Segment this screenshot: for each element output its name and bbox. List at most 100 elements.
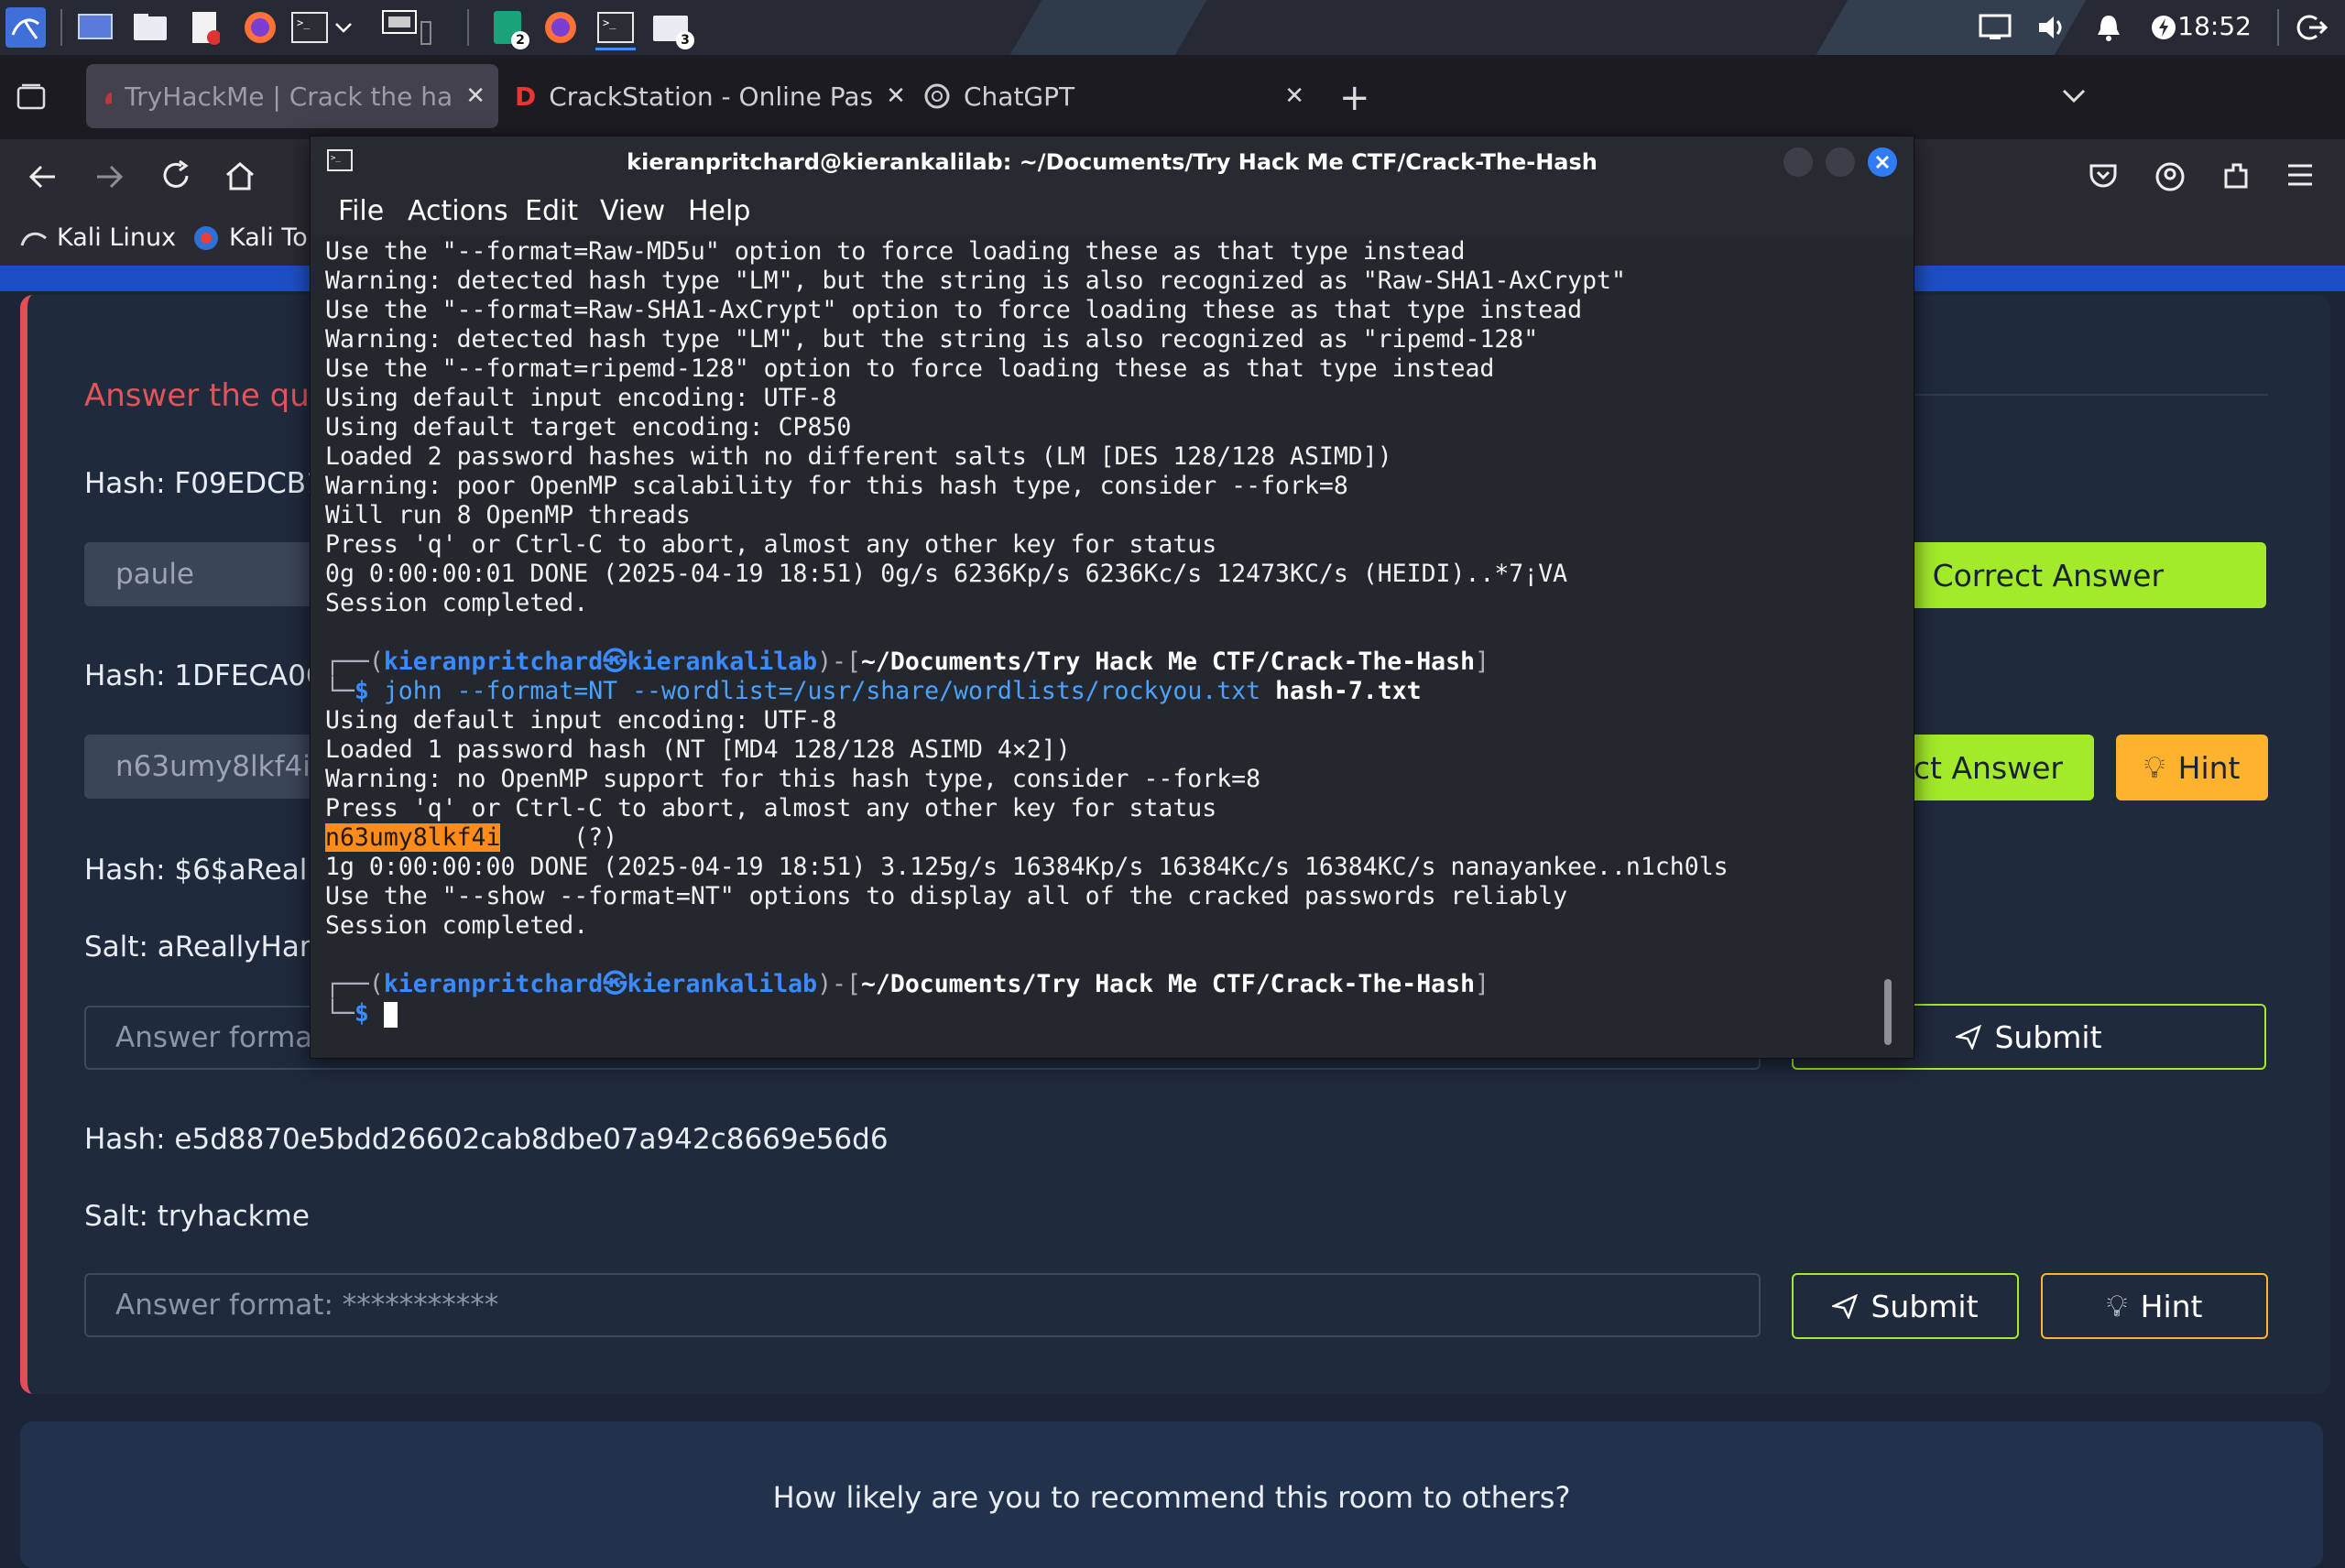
button-label: Hint	[2177, 749, 2241, 786]
terminal-title: kieranpritchard@kierankalilab: ~/Documen…	[627, 149, 1598, 175]
crackstation-favicon-icon: D	[515, 81, 537, 112]
account-icon[interactable]	[2154, 161, 2186, 192]
close-tab-icon[interactable]: ✕	[886, 82, 905, 110]
window-count-badge: 3	[676, 31, 694, 49]
bookmark-label: Kali Linux	[57, 223, 177, 252]
prompt-at: ㉿	[603, 970, 627, 998]
hint-button[interactable]: 💡︎ Hint	[2116, 735, 2268, 800]
workspace-switcher-icon[interactable]	[379, 7, 434, 48]
terminal-titlebar[interactable]: >_ kieranpritchard@kierankalilab: ~/Docu…	[311, 136, 1914, 186]
volume-icon[interactable]	[2032, 7, 2072, 48]
kali-tools-icon	[194, 225, 218, 250]
terminal-line: Press 'q' or Ctrl-C to abort, almost any…	[325, 530, 1217, 559]
show-desktop-icon[interactable]	[75, 7, 115, 48]
bookmark-kali-tools[interactable]: Kali To	[192, 223, 308, 252]
kali-menu-icon[interactable]	[5, 7, 46, 48]
text-editor-icon[interactable]	[185, 7, 225, 48]
back-icon[interactable]	[27, 161, 59, 192]
display-icon[interactable]	[1975, 7, 2015, 48]
file-manager-icon[interactable]	[130, 7, 170, 48]
cracked-suffix: (?)	[500, 823, 618, 852]
wallpaper-shape	[1009, 0, 1207, 55]
terminal-window[interactable]: >_ kieranpritchard@kierankalilab: ~/Docu…	[310, 136, 1914, 1059]
menu-view[interactable]: View	[600, 195, 665, 227]
terminal-menubar: File Actions Edit View Help	[311, 186, 1914, 235]
kali-dragon-icon	[20, 232, 47, 246]
tab-crackstation[interactable]: D CrackStation - Online Pas ✕	[498, 64, 905, 128]
chevron-down-icon[interactable]	[330, 7, 357, 48]
terminal-line: Warning: poor OpenMP scalability for thi…	[325, 472, 1348, 500]
prompt-user: kieranpritchard	[383, 970, 604, 998]
terminal-line: Session completed.	[325, 589, 589, 617]
folders-window-icon[interactable]: 3	[650, 7, 694, 49]
files-window-icon[interactable]: 2	[487, 7, 529, 49]
close-icon[interactable]	[1868, 147, 1897, 177]
firefox-window-icon[interactable]	[540, 7, 581, 48]
terminal-output[interactable]: Use the "--format=Raw-MD5u" option to fo…	[325, 237, 1882, 1029]
bookmark-kali-linux[interactable]: Kali Linux	[20, 223, 176, 252]
chatgpt-favicon-icon	[924, 83, 950, 109]
list-all-tabs-icon[interactable]	[2061, 88, 2087, 104]
cracked-password: n63umy8lkf4i	[325, 823, 501, 852]
pocket-icon[interactable]	[2089, 161, 2118, 191]
tab-tryhackme[interactable]: TryHackMe | Crack the ha ✕	[86, 64, 498, 128]
logout-icon[interactable]	[2292, 7, 2332, 48]
command-line: └─$ john --format=NT --wordlist=/usr/sha…	[325, 677, 1422, 705]
prompt-line: ┌──(kieranpritchard㉿kierankalilab)-[~/Do…	[325, 970, 1490, 998]
reload-icon[interactable]	[159, 159, 192, 192]
menu-icon[interactable]	[2286, 163, 2314, 187]
svg-text:>_: >_	[297, 16, 311, 29]
terminal-line: 1g 0:00:00:00 DONE (2025-04-19 18:51) 3.…	[325, 853, 1729, 881]
notifications-bell-icon[interactable]	[2089, 7, 2129, 48]
terminal-line: Use the "--format=Raw-MD5u" option to fo…	[325, 237, 1466, 266]
forward-icon[interactable]	[93, 161, 125, 192]
lightbulb-icon: 💡︎	[2143, 749, 2165, 785]
firefox-icon[interactable]	[240, 7, 280, 48]
hint-button[interactable]: 💡︎ Hint	[2041, 1273, 2268, 1339]
tab-label: ChatGPT	[964, 81, 1075, 112]
button-label: Correct Answer	[1932, 557, 2165, 593]
taskbar: >_ 2 >_ 3 18:52	[0, 0, 2345, 55]
answer-input[interactable]: Answer format: ***********	[84, 1273, 1761, 1337]
new-tab-icon[interactable]: +	[1339, 77, 1370, 119]
home-icon[interactable]	[224, 159, 256, 192]
tab-chatgpt[interactable]: ChatGPT ✕	[907, 64, 1317, 128]
command-line[interactable]: └─$	[325, 999, 1882, 1029]
prompt-path: ~/Documents/Try Hack Me CTF/Crack-The-Ha…	[860, 648, 1476, 676]
prompt-path: ~/Documents/Try Hack Me CTF/Crack-The-Ha…	[860, 970, 1476, 998]
menu-edit[interactable]: Edit	[525, 195, 578, 227]
menu-help[interactable]: Help	[688, 195, 750, 227]
tab-label: TryHackMe | Crack the ha	[125, 81, 453, 112]
command-arg: hash-7.txt	[1275, 677, 1422, 705]
button-label: ect Answer	[1894, 749, 2063, 786]
close-tab-icon[interactable]: ✕	[465, 82, 485, 110]
maximize-button[interactable]	[1826, 147, 1855, 177]
extensions-icon[interactable]	[2220, 159, 2252, 192]
menu-file[interactable]: File	[338, 195, 384, 227]
terminal-line: Loaded 1 password hash (NT [MD4 128/128 …	[325, 735, 1071, 764]
svg-text:>_: >_	[603, 16, 616, 29]
prompt-line: ┌──(kieranpritchard㉿kierankalilab)-[~/Do…	[325, 648, 1490, 676]
clock[interactable]: 18:52	[2177, 11, 2252, 41]
browser-tab-bar: TryHackMe | Crack the ha ✕ D CrackStatio…	[0, 55, 2345, 139]
terminal-scrollbar[interactable]	[1884, 979, 1892, 1045]
terminal-launcher-icon[interactable]: >_	[289, 7, 330, 48]
terminal-line: Will run 8 OpenMP threads	[325, 501, 691, 529]
button-label: Submit	[1871, 1288, 1979, 1324]
prompt-at: ㉿	[603, 648, 627, 676]
rating-card: How likely are you to recommend this roo…	[20, 1421, 2323, 1568]
menu-actions[interactable]: Actions	[408, 195, 508, 227]
minimize-button[interactable]	[1783, 147, 1813, 177]
lightbulb-icon: 💡︎	[2106, 1288, 2128, 1323]
terminal-window-icon[interactable]: >_	[595, 7, 636, 50]
tab-label: CrackStation - Online Pas	[549, 81, 874, 112]
button-label: Submit	[1994, 1018, 2102, 1055]
terminal-line: Using default target encoding: CP850	[325, 413, 852, 441]
hash-label: Hash: e5d8870e5bdd26602cab8dbe07a942c866…	[84, 1123, 889, 1156]
submit-button[interactable]: Submit	[1792, 1273, 2019, 1339]
tab-list-icon[interactable]	[16, 82, 46, 110]
close-tab-icon[interactable]: ✕	[1284, 82, 1304, 110]
cursor	[383, 1001, 398, 1028]
